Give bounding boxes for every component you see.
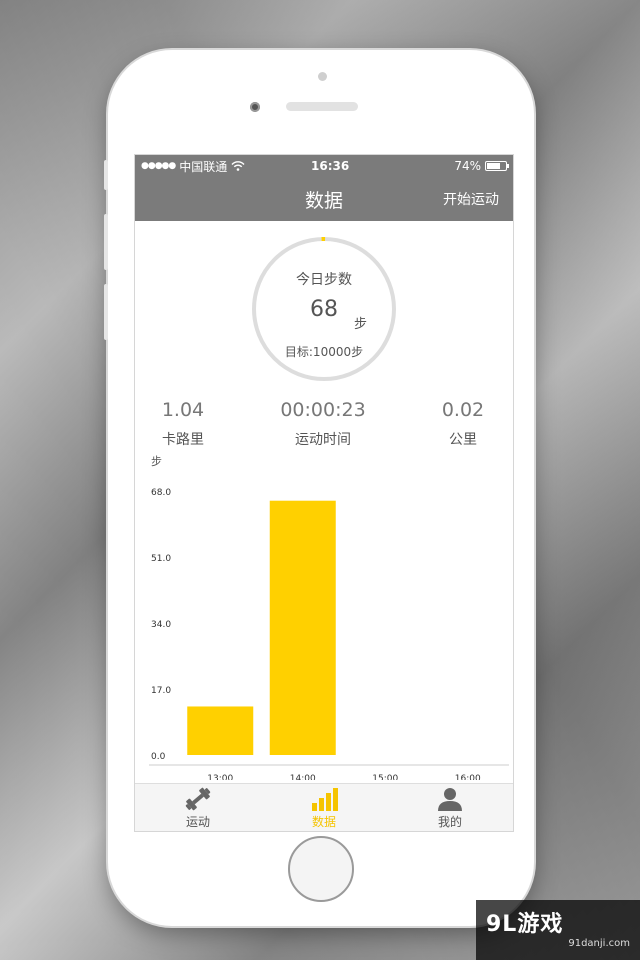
duration-stat: 00:00:23 运动时间 xyxy=(263,399,383,449)
chart-y-unit: 步 xyxy=(151,455,162,468)
y-tick-label: 51.0 xyxy=(151,554,171,564)
distance-value: 0.02 xyxy=(441,399,485,421)
x-tick-label: 15:00 xyxy=(372,774,398,780)
calories-stat: 1.04 卡路里 xyxy=(135,399,243,449)
steps-value: 68 xyxy=(310,297,338,322)
steps-bar-chart: 68.0 51.0 34.0 17.0 0.0 13:00 14:00 15:00 16:00 xyxy=(149,488,509,780)
steps-label: 今日步数 xyxy=(296,272,352,288)
dumbbell-icon xyxy=(185,787,211,811)
distance-stat: 0.02 公里 xyxy=(403,399,513,449)
tab-data-label: 数据 xyxy=(311,815,336,829)
watermark-logo: 9L游戏 91danji.com xyxy=(476,900,640,960)
tab-data[interactable]: 数据 xyxy=(261,784,387,831)
chart-bar xyxy=(269,500,336,755)
signal-strength-icon: ●●●●● xyxy=(141,161,176,171)
steps-ring: 今日步数 68 步 目标:10000步 xyxy=(250,235,398,383)
volume-down-button xyxy=(104,284,108,340)
carrier-info: ●●●●● 中国联通 xyxy=(141,158,291,175)
tab-profile[interactable]: 我的 xyxy=(387,784,513,831)
user-icon xyxy=(438,788,462,811)
battery-icon xyxy=(485,161,509,171)
volume-up-button xyxy=(104,214,108,270)
y-tick-label: 0.0 xyxy=(151,752,166,762)
y-tick-label: 68.0 xyxy=(151,488,171,498)
distance-label: 公里 xyxy=(449,432,477,448)
y-tick-label: 34.0 xyxy=(151,620,171,630)
x-tick-label: 14:00 xyxy=(290,774,316,780)
calories-value: 1.04 xyxy=(161,399,205,421)
duration-value: 00:00:23 xyxy=(280,399,366,421)
calories-label: 卡路里 xyxy=(162,432,204,448)
app-screen: ●●●●● 中国联通 16:36 74% 数据 开始运动 今日步数 68 步 目… xyxy=(134,154,514,832)
nav-bar: 数据 开始运动 xyxy=(135,177,513,221)
battery-percent: 74% xyxy=(454,159,481,173)
duration-label: 运动时间 xyxy=(295,432,351,448)
tab-workout-label: 运动 xyxy=(185,815,210,829)
tab-workout[interactable]: 运动 xyxy=(135,784,261,831)
status-bar: ●●●●● 中国联通 16:36 74% xyxy=(135,155,513,177)
y-tick-label: 17.0 xyxy=(151,686,171,696)
steps-unit: 步 xyxy=(354,317,368,332)
battery-level xyxy=(487,163,501,169)
tab-bar: 运动 数据 我的 xyxy=(135,783,513,831)
x-tick-label: 16:00 xyxy=(455,774,481,780)
bar-chart-icon xyxy=(312,788,338,811)
wifi-icon xyxy=(231,161,245,171)
page-title: 数据 xyxy=(304,189,343,212)
watermark-url: 91danji.com xyxy=(568,938,630,949)
battery-info: 74% xyxy=(454,159,509,173)
start-workout-button[interactable]: 开始运动 xyxy=(443,189,499,209)
status-time: 16:36 xyxy=(311,159,350,173)
x-tick-label: 13:00 xyxy=(207,774,233,780)
steps-goal: 目标:10000步 xyxy=(284,345,364,359)
tab-profile-label: 我的 xyxy=(437,815,462,829)
mute-switch xyxy=(104,160,108,190)
watermark-title: 9L游戏 xyxy=(486,912,564,937)
carrier-name: 中国联通 xyxy=(179,159,228,174)
home-button[interactable] xyxy=(288,836,354,902)
earpiece-speaker xyxy=(286,102,358,111)
proximity-sensor xyxy=(318,72,327,81)
front-camera xyxy=(250,102,260,112)
chart-bar xyxy=(187,706,254,755)
